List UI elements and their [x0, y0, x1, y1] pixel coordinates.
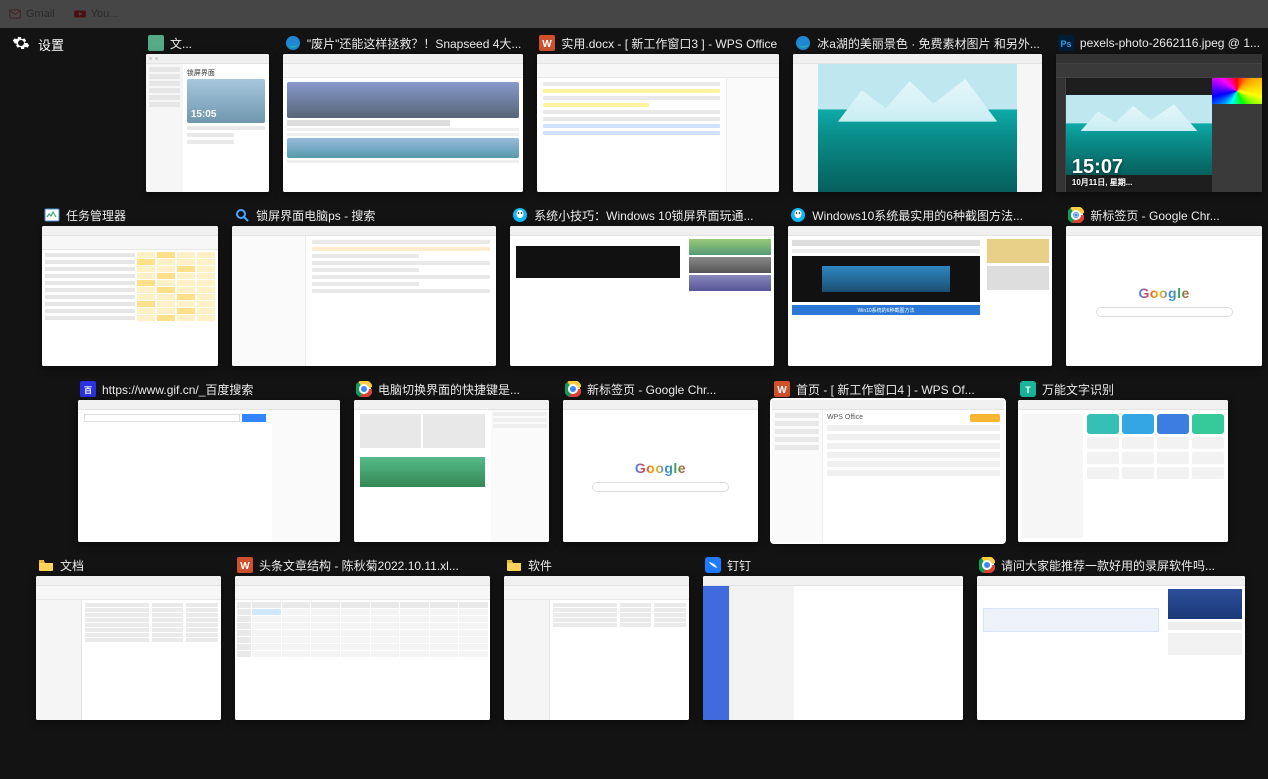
window-settings-app[interactable]: 文... 锁屏界面	[146, 32, 269, 192]
window-ocr-app[interactable]: T 万能文字识别	[1018, 378, 1228, 542]
clock-overlay: 15:07 10月11日, 星期...	[1072, 157, 1132, 188]
ocr-icon: T	[1020, 381, 1036, 397]
window-baidu-search[interactable]: 百 https://www.gif.cn/_百度搜索	[78, 378, 340, 542]
svg-text:T: T	[1025, 385, 1031, 395]
page-title: 锁屏界面	[187, 68, 265, 76]
window-chrome-newtab2[interactable]: 新标签页 - Google Chr... Google	[563, 378, 758, 542]
window-chrome-forum[interactable]: 请问大家能推荐一款好用的录屏软件吗...	[977, 554, 1245, 720]
window-photoshop[interactable]: Ps pexels-photo-2662116.jpeg @ 1... 15:0…	[1056, 32, 1262, 192]
photoshop-icon: Ps	[1058, 35, 1074, 51]
window-title: 新标签页 - Google Chr...	[587, 381, 756, 398]
window-title: 文...	[170, 35, 267, 52]
search-input[interactable]	[592, 482, 729, 492]
lake-photo	[818, 64, 1017, 192]
qq-icon	[790, 207, 806, 223]
window-title: 头条文章结构 - 陈秋菊2022.10.11.xl...	[259, 557, 488, 574]
wps-word-icon: W	[539, 35, 555, 51]
task-row: 文档	[6, 554, 1262, 720]
app-icon	[148, 35, 164, 51]
search-input[interactable]	[1096, 307, 1233, 317]
window-title: 万能文字识别	[1042, 381, 1226, 398]
edge-icon	[285, 35, 301, 51]
window-title: https://www.gif.cn/_百度搜索	[102, 381, 338, 398]
svg-text:W: W	[777, 385, 787, 396]
window-edge-snapseed[interactable]: "废片"还能这样拯救？！Snapseed 4大...	[283, 32, 524, 192]
window-title: 锁屏界面电脑ps - 搜索	[256, 207, 494, 224]
window-wps-doc[interactable]: W 实用.docx - [ 新工作窗口3 ] - WPS Office	[537, 32, 779, 192]
edge-icon	[795, 35, 811, 51]
lockscreen-preview	[187, 79, 265, 123]
settings-label: 设置	[38, 35, 64, 54]
window-qq-article2[interactable]: Windows10系统最实用的6种截图方法... Win10系统的6种截图方法	[788, 204, 1052, 366]
window-title: 冰a湖的美丽景色 · 免费素材图片 和另外...	[817, 35, 1040, 52]
settings-window-header[interactable]: 设置	[12, 34, 64, 55]
window-title: 电脑切换界面的快捷键是...	[378, 381, 547, 398]
qq-icon	[512, 207, 528, 223]
window-title: 新标签页 - Google Chr...	[1090, 207, 1260, 224]
task-row: 文... 锁屏界面 "废	[6, 32, 1262, 192]
google-logo: Google	[635, 460, 686, 476]
window-task-manager[interactable]: 任务管理器	[42, 204, 218, 366]
window-title: 钉钉	[727, 557, 961, 574]
window-edge-lake[interactable]: 冰a湖的美丽景色 · 免费素材图片 和另外...	[793, 32, 1042, 192]
svg-text:Ps: Ps	[1060, 39, 1071, 49]
search-icon	[234, 207, 250, 223]
wps-logo: WPS Office	[827, 414, 877, 422]
window-title: 任务管理器	[66, 207, 216, 224]
folder-icon	[506, 557, 522, 573]
folder-icon	[38, 557, 54, 573]
window-title: "废片"还能这样拯救？！Snapseed 4大...	[307, 35, 522, 52]
baidu-icon: 百	[80, 381, 96, 397]
taskmgr-icon	[44, 207, 60, 223]
window-title: 实用.docx - [ 新工作窗口3 ] - WPS Office	[561, 35, 777, 52]
window-chrome-shortcut-article[interactable]: 电脑切换界面的快捷键是...	[354, 378, 549, 542]
window-title: 请问大家能推荐一款好用的录屏软件吗...	[1001, 557, 1243, 574]
window-title: 系统小技巧：Windows 10锁屏界面玩通...	[534, 207, 772, 224]
window-title: 文档	[60, 557, 219, 574]
svg-text:百: 百	[84, 386, 92, 395]
dingtalk-icon	[705, 557, 721, 573]
window-title: Windows10系统最实用的6种截图方法...	[812, 207, 1050, 224]
gear-icon	[12, 34, 30, 55]
chrome-icon	[565, 381, 581, 397]
svg-text:W: W	[240, 561, 250, 572]
task-row: 百 https://www.gif.cn/_百度搜索	[6, 378, 1262, 542]
window-wps-home[interactable]: W 首页 - [ 新工作窗口4 ] - WPS Of... WPS Office	[772, 378, 1004, 542]
window-explorer-software[interactable]: 软件	[504, 554, 689, 720]
chrome-icon	[1068, 207, 1084, 223]
window-title: 首页 - [ 新工作窗口4 ] - WPS Of...	[796, 381, 1002, 398]
window-title: 软件	[528, 557, 687, 574]
window-explorer-documents[interactable]: 文档	[36, 554, 221, 720]
window-title: pexels-photo-2662116.jpeg @ 1...	[1080, 36, 1260, 50]
google-logo: Google	[1139, 285, 1190, 301]
video-caption: Win10系统的6种截图方法	[792, 305, 979, 315]
task-view-rows: 文... 锁屏界面 "废	[6, 32, 1262, 720]
task-view-overlay[interactable]: 设置 文... 锁屏界面	[0, 0, 1268, 779]
window-chrome-newtab[interactable]: 新标签页 - Google Chr... Google	[1066, 204, 1262, 366]
chrome-icon	[356, 381, 372, 397]
wps-excel-icon: W	[237, 557, 253, 573]
window-wps-excel[interactable]: W 头条文章结构 - 陈秋菊2022.10.11.xl...	[235, 554, 490, 720]
window-qq-article1[interactable]: 系统小技巧：Windows 10锁屏界面玩通...	[510, 204, 774, 366]
window-search[interactable]: 锁屏界面电脑ps - 搜索	[232, 204, 496, 366]
upgrade-button[interactable]	[970, 414, 1000, 422]
task-row: 任务管理器	[6, 204, 1262, 366]
wps-word-icon: W	[774, 381, 790, 397]
chrome-icon	[979, 557, 995, 573]
window-dingtalk[interactable]: 钉钉	[703, 554, 963, 720]
svg-text:W: W	[543, 39, 553, 50]
